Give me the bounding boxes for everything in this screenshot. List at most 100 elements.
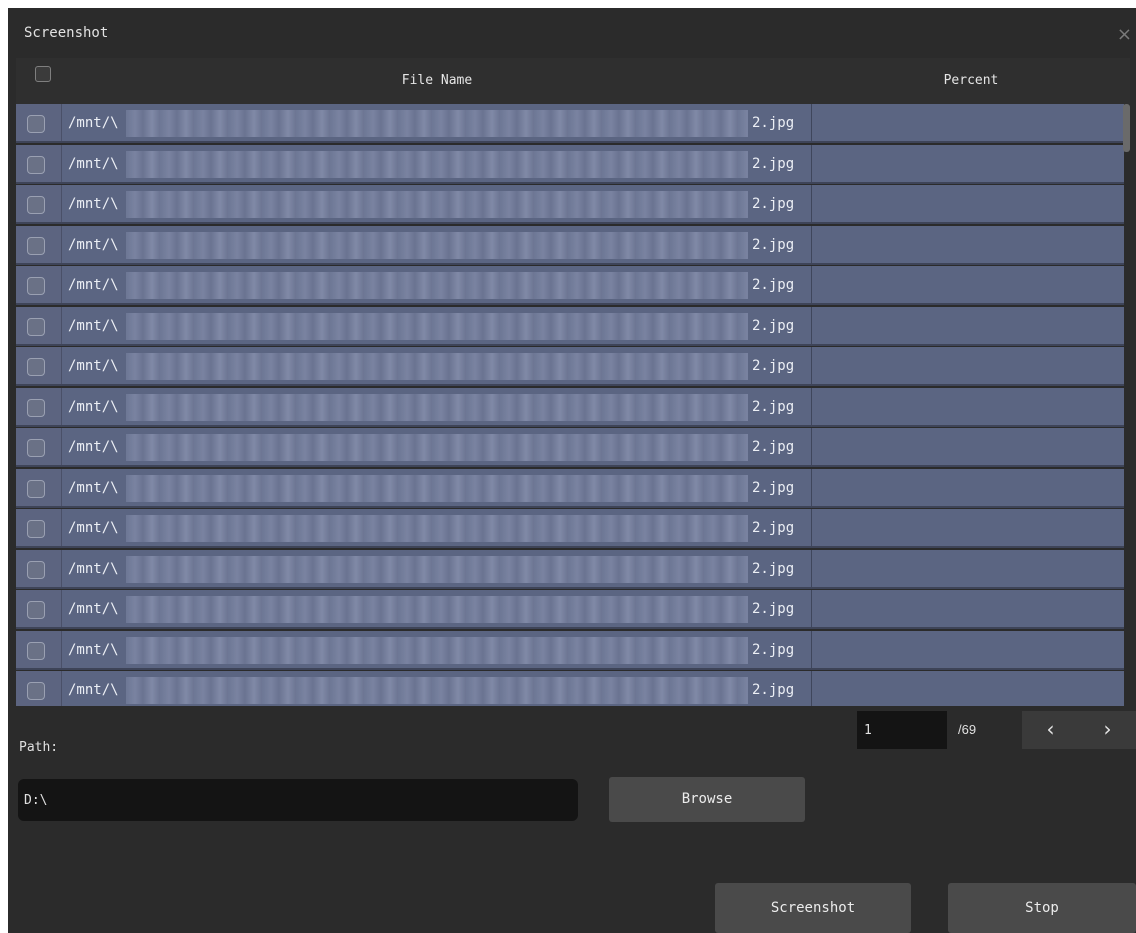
file-path-prefix: /mnt/\ bbox=[68, 561, 119, 577]
table-row[interactable]: /mnt/\ 2.jpg bbox=[16, 428, 1124, 467]
pager: ‹ › bbox=[1022, 711, 1136, 749]
file-path-suffix: 2.jpg bbox=[752, 480, 795, 496]
chevron-left-icon[interactable]: ‹ bbox=[1022, 711, 1079, 749]
table-row[interactable]: /mnt/\ 2.jpg bbox=[16, 550, 1124, 589]
file-name-cell: /mnt/\ 2.jpg bbox=[62, 226, 812, 265]
file-name-cell: /mnt/\ 2.jpg bbox=[62, 104, 812, 143]
row-checkbox-cell bbox=[16, 266, 62, 305]
file-path-suffix: 2.jpg bbox=[752, 237, 795, 253]
row-checkbox[interactable] bbox=[27, 318, 45, 336]
file-path-suffix: 2.jpg bbox=[752, 520, 795, 536]
table-row[interactable]: /mnt/\ 2.jpg bbox=[16, 631, 1124, 670]
page-number-input[interactable] bbox=[857, 711, 947, 749]
row-checkbox[interactable] bbox=[27, 277, 45, 295]
file-name-cell: /mnt/\ 2.jpg bbox=[62, 145, 812, 184]
close-icon[interactable]: × bbox=[1117, 26, 1132, 44]
row-divider bbox=[16, 546, 1124, 548]
path-input[interactable] bbox=[18, 779, 578, 821]
row-checkbox-cell bbox=[16, 550, 62, 589]
file-name-cell: /mnt/\ 2.jpg bbox=[62, 469, 812, 508]
row-divider bbox=[16, 182, 1124, 184]
percent-cell bbox=[812, 266, 1124, 305]
row-checkbox[interactable] bbox=[27, 196, 45, 214]
table-row[interactable]: /mnt/\ 2.jpg bbox=[16, 347, 1124, 386]
redacted-path bbox=[126, 556, 748, 583]
row-checkbox[interactable] bbox=[27, 682, 45, 700]
file-path-suffix: 2.jpg bbox=[752, 439, 795, 455]
file-path-prefix: /mnt/\ bbox=[68, 196, 119, 212]
table-row[interactable]: /mnt/\ 2.jpg bbox=[16, 104, 1124, 143]
percent-cell bbox=[812, 307, 1124, 346]
table-row[interactable]: /mnt/\ 2.jpg bbox=[16, 145, 1124, 184]
table-row[interactable]: /mnt/\ 2.jpg bbox=[16, 266, 1124, 305]
row-divider bbox=[16, 465, 1124, 467]
column-header-file-name[interactable]: File Name bbox=[62, 58, 812, 104]
percent-cell bbox=[812, 185, 1124, 224]
dialog-title: Screenshot bbox=[24, 25, 109, 41]
file-name-cell: /mnt/\ 2.jpg bbox=[62, 428, 812, 467]
file-path-suffix: 2.jpg bbox=[752, 318, 795, 334]
row-checkbox[interactable] bbox=[27, 439, 45, 457]
table-row[interactable]: /mnt/\ 2.jpg bbox=[16, 226, 1124, 265]
table-row[interactable]: /mnt/\ 2.jpg bbox=[16, 185, 1124, 224]
percent-cell bbox=[812, 671, 1124, 706]
row-divider bbox=[16, 344, 1124, 346]
file-path-prefix: /mnt/\ bbox=[68, 480, 119, 496]
screenshot-dialog: Screenshot × File Name Percent /mnt/\ 2.j… bbox=[8, 8, 1136, 933]
row-checkbox[interactable] bbox=[27, 601, 45, 619]
file-path-prefix: /mnt/\ bbox=[68, 237, 119, 253]
redacted-path bbox=[126, 313, 748, 340]
column-header-percent[interactable]: Percent bbox=[812, 58, 1130, 104]
row-checkbox[interactable] bbox=[27, 358, 45, 376]
table-row[interactable]: /mnt/\ 2.jpg bbox=[16, 388, 1124, 427]
file-path-suffix: 2.jpg bbox=[752, 682, 795, 698]
row-checkbox[interactable] bbox=[27, 237, 45, 255]
table-row[interactable]: /mnt/\ 2.jpg bbox=[16, 469, 1124, 508]
percent-cell bbox=[812, 145, 1124, 184]
row-checkbox[interactable] bbox=[27, 520, 45, 538]
screenshot-button[interactable]: Screenshot bbox=[715, 883, 911, 933]
redacted-path bbox=[126, 637, 748, 664]
file-name-cell: /mnt/\ 2.jpg bbox=[62, 307, 812, 346]
row-divider bbox=[16, 627, 1124, 629]
chevron-right-icon[interactable]: › bbox=[1079, 711, 1136, 749]
file-path-prefix: /mnt/\ bbox=[68, 358, 119, 374]
path-label: Path: bbox=[19, 740, 59, 755]
table-row[interactable]: /mnt/\ 2.jpg bbox=[16, 509, 1124, 548]
redacted-path bbox=[126, 596, 748, 623]
row-divider bbox=[16, 141, 1124, 143]
file-name-cell: /mnt/\ 2.jpg bbox=[62, 347, 812, 386]
file-path-prefix: /mnt/\ bbox=[68, 439, 119, 455]
redacted-path bbox=[126, 272, 748, 299]
percent-cell bbox=[812, 428, 1124, 467]
stop-button[interactable]: Stop bbox=[948, 883, 1136, 933]
row-checkbox[interactable] bbox=[27, 156, 45, 174]
row-checkbox[interactable] bbox=[27, 115, 45, 133]
row-divider bbox=[16, 384, 1124, 386]
redacted-path bbox=[126, 232, 748, 259]
file-path-suffix: 2.jpg bbox=[752, 561, 795, 577]
row-checkbox[interactable] bbox=[27, 561, 45, 579]
file-name-cell: /mnt/\ 2.jpg bbox=[62, 185, 812, 224]
redacted-path bbox=[126, 515, 748, 542]
table-scrollbar[interactable] bbox=[1123, 104, 1130, 152]
file-name-cell: /mnt/\ 2.jpg bbox=[62, 671, 812, 706]
row-checkbox-cell bbox=[16, 104, 62, 143]
row-checkbox-cell bbox=[16, 226, 62, 265]
row-checkbox[interactable] bbox=[27, 642, 45, 660]
row-divider bbox=[16, 668, 1124, 670]
row-checkbox[interactable] bbox=[27, 480, 45, 498]
table-row[interactable]: /mnt/\ 2.jpg bbox=[16, 307, 1124, 346]
table-row[interactable]: /mnt/\ 2.jpg bbox=[16, 671, 1124, 706]
browse-button[interactable]: Browse bbox=[609, 777, 805, 822]
row-divider bbox=[16, 506, 1124, 508]
redacted-path bbox=[126, 353, 748, 380]
file-name-cell: /mnt/\ 2.jpg bbox=[62, 509, 812, 548]
table-row[interactable]: /mnt/\ 2.jpg bbox=[16, 590, 1124, 629]
page-total: /69 bbox=[958, 722, 977, 737]
file-path-prefix: /mnt/\ bbox=[68, 277, 119, 293]
row-checkbox[interactable] bbox=[27, 399, 45, 417]
file-path-prefix: /mnt/\ bbox=[68, 601, 119, 617]
file-name-cell: /mnt/\ 2.jpg bbox=[62, 388, 812, 427]
select-all-checkbox[interactable] bbox=[35, 66, 51, 82]
